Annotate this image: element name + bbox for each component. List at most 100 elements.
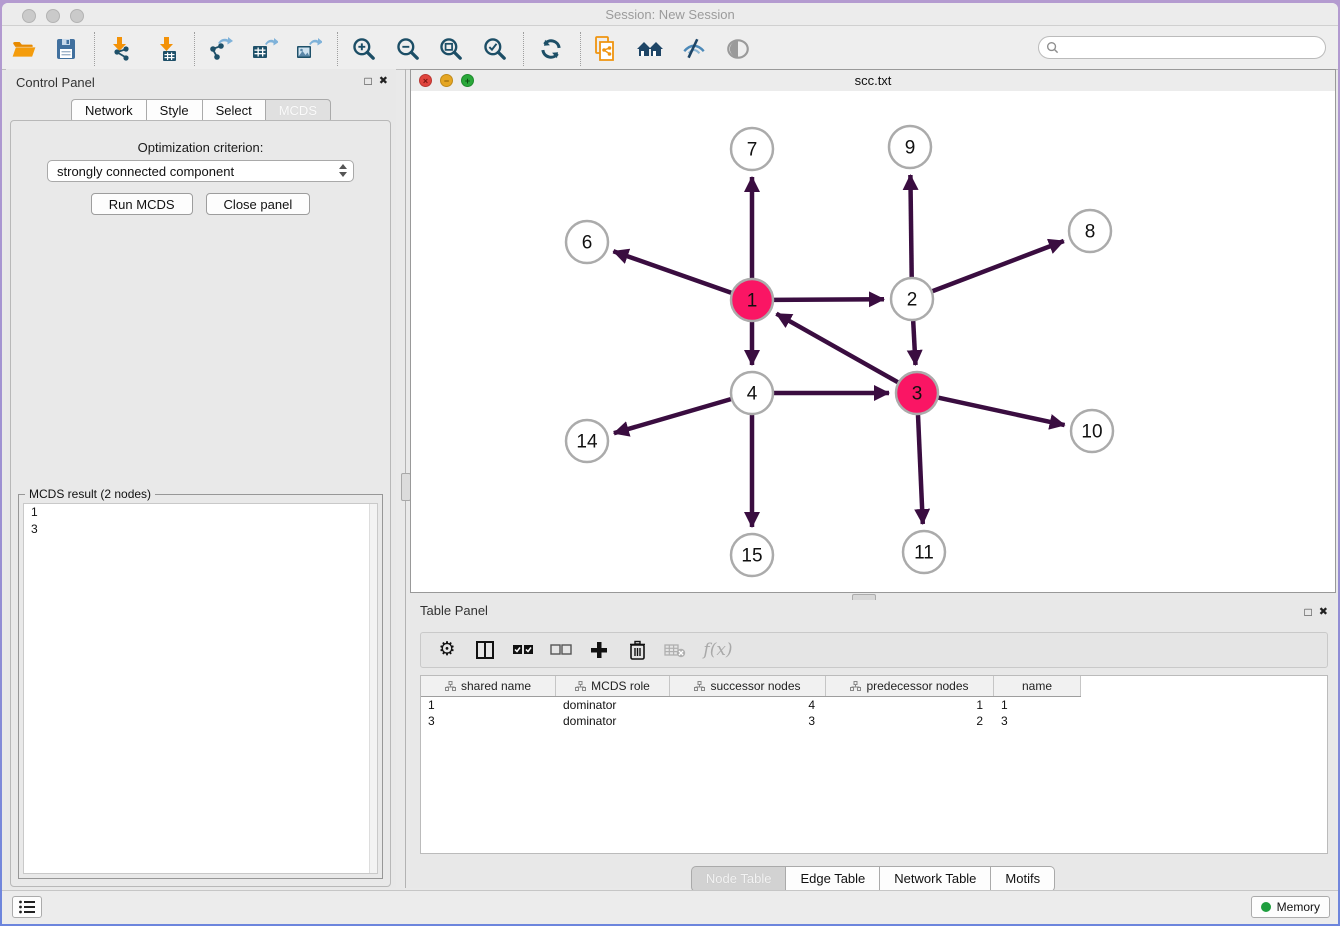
- function-builder-button[interactable]: f(x): [701, 638, 735, 662]
- search-field[interactable]: [1038, 36, 1326, 59]
- hide-graphics-details-button[interactable]: [678, 34, 710, 64]
- import-network-icon: [107, 36, 133, 62]
- memory-button[interactable]: Memory: [1251, 896, 1330, 918]
- zoom-out-button[interactable]: [392, 34, 424, 64]
- table-cell[interactable]: 4: [670, 698, 826, 712]
- control-panel-close-button[interactable]: ✖: [379, 74, 388, 88]
- column-label: predecessor nodes: [866, 679, 968, 693]
- export-table-button[interactable]: [248, 34, 280, 64]
- table-panel-close-button[interactable]: ✖: [1319, 605, 1328, 619]
- table-cell[interactable]: 3: [670, 714, 826, 728]
- home-button[interactable]: [634, 34, 666, 64]
- task-history-button[interactable]: [12, 896, 42, 918]
- table-cell[interactable]: dominator: [556, 714, 670, 728]
- table-cell[interactable]: dominator: [556, 698, 670, 712]
- edge-3-10[interactable]: [939, 398, 1065, 425]
- node-14[interactable]: 14: [566, 420, 608, 462]
- toolbar-separator: [580, 32, 581, 66]
- network-canvas[interactable]: 7 9 6 8 1 2 4 3 14 10 15 11: [411, 91, 1335, 592]
- mcds-result-lines: 13: [24, 504, 377, 538]
- node-4[interactable]: 4: [731, 372, 773, 414]
- export-network-icon: [207, 36, 233, 62]
- table-row[interactable]: 1dominator411: [421, 697, 1327, 713]
- edge-1-6[interactable]: [613, 251, 731, 292]
- export-image-button[interactable]: [292, 34, 324, 64]
- result-scrollbar[interactable]: [369, 504, 377, 873]
- zoom-in-button[interactable]: [348, 34, 380, 64]
- column-header-shared-name[interactable]: shared name: [421, 676, 556, 696]
- create-network-from-file-button[interactable]: [590, 34, 622, 64]
- table-cell[interactable]: 1: [421, 698, 556, 712]
- node-label: 11: [914, 543, 934, 564]
- search-input[interactable]: [1063, 38, 1325, 58]
- edge-1-2[interactable]: [774, 299, 884, 300]
- table-cell[interactable]: 1: [826, 698, 994, 712]
- node-9[interactable]: 9: [889, 126, 931, 168]
- birds-eye-view-button[interactable]: [722, 34, 754, 64]
- node-8[interactable]: 8: [1069, 210, 1111, 252]
- table-cell[interactable]: 3: [421, 714, 556, 728]
- column-browser-button[interactable]: [473, 638, 497, 662]
- delete-column-button[interactable]: [625, 638, 649, 662]
- table-options-button[interactable]: ⚙: [435, 638, 459, 662]
- delete-table-button[interactable]: [663, 638, 687, 662]
- add-column-button[interactable]: [587, 638, 611, 662]
- table-row[interactable]: 3dominator323: [421, 713, 1327, 729]
- control-panel-title: Control Panel: [16, 75, 95, 90]
- control-panel-float-button[interactable]: □: [365, 74, 372, 88]
- column-header-predecessor-nodes[interactable]: predecessor nodes: [826, 676, 994, 696]
- network-graph[interactable]: 7 9 6 8 1 2 4 3 14 10 15 11: [411, 91, 1335, 592]
- close-panel-button[interactable]: Close panel: [206, 193, 311, 215]
- node-10[interactable]: 10: [1071, 410, 1113, 452]
- select-all-button[interactable]: [511, 638, 535, 662]
- table-cell[interactable]: 3: [994, 714, 1081, 728]
- tab-edge-table[interactable]: Edge Table: [785, 866, 879, 892]
- mcds-result-list[interactable]: 13: [23, 503, 378, 874]
- edge-2-3[interactable]: [913, 321, 915, 365]
- table-cell[interactable]: 2: [826, 714, 994, 728]
- tab-motifs[interactable]: Motifs: [990, 866, 1055, 892]
- edge-2-8[interactable]: [933, 241, 1064, 291]
- save-session-button[interactable]: [50, 34, 82, 64]
- refresh-view-button[interactable]: [535, 34, 567, 64]
- node-label: 6: [582, 233, 593, 254]
- deselect-all-button[interactable]: [549, 638, 573, 662]
- tab-network-table[interactable]: Network Table: [879, 866, 990, 892]
- edge-3-1[interactable]: [776, 314, 897, 383]
- node-6[interactable]: 6: [566, 221, 608, 263]
- edge-4-14[interactable]: [614, 399, 731, 433]
- column-header-MCDS-role[interactable]: MCDS role: [556, 676, 670, 696]
- tab-node-table[interactable]: Node Table: [691, 866, 786, 892]
- import-network-button[interactable]: [104, 34, 136, 64]
- zoom-fit-button[interactable]: [435, 34, 467, 64]
- column-header-successor-nodes[interactable]: successor nodes: [670, 676, 826, 696]
- zoom-fit-icon: [438, 36, 464, 62]
- node-2[interactable]: 2: [891, 278, 933, 320]
- import-table-button[interactable]: [151, 34, 183, 64]
- sort-hierarchy-icon: [575, 681, 586, 691]
- open-folder-icon: [11, 37, 37, 61]
- toolbar-separator: [194, 32, 195, 66]
- column-header-name[interactable]: name: [994, 676, 1081, 696]
- zoom-selected-button[interactable]: [479, 34, 511, 64]
- node-7[interactable]: 7: [731, 128, 773, 170]
- table-cell[interactable]: 1: [994, 698, 1081, 712]
- node-1[interactable]: 1: [731, 279, 773, 321]
- zoom-out-icon: [395, 36, 421, 62]
- window-title: Session: New Session: [2, 7, 1338, 22]
- edge-3-11[interactable]: [918, 415, 923, 524]
- control-panel: Control Panel □ ✖ NetworkStyleSelectMCDS…: [6, 69, 396, 888]
- optimization-criterion-label: Optimization criterion:: [11, 140, 390, 155]
- node-3[interactable]: 3: [896, 372, 938, 414]
- export-network-button[interactable]: [204, 34, 236, 64]
- edge-2-9[interactable]: [910, 175, 911, 277]
- node-11[interactable]: 11: [903, 531, 945, 573]
- node-15[interactable]: 15: [731, 534, 773, 576]
- panel-splitter-vertical[interactable]: [405, 69, 406, 888]
- open-session-button[interactable]: [8, 34, 40, 64]
- run-mcds-button[interactable]: Run MCDS: [91, 193, 193, 215]
- criterion-dropdown[interactable]: strongly connected component: [47, 160, 354, 182]
- mcds-result-group: MCDS result (2 nodes) 13: [18, 494, 383, 879]
- node-table[interactable]: shared nameMCDS rolesuccessor nodes prede…: [420, 675, 1328, 854]
- table-panel-float-button[interactable]: □: [1305, 605, 1312, 619]
